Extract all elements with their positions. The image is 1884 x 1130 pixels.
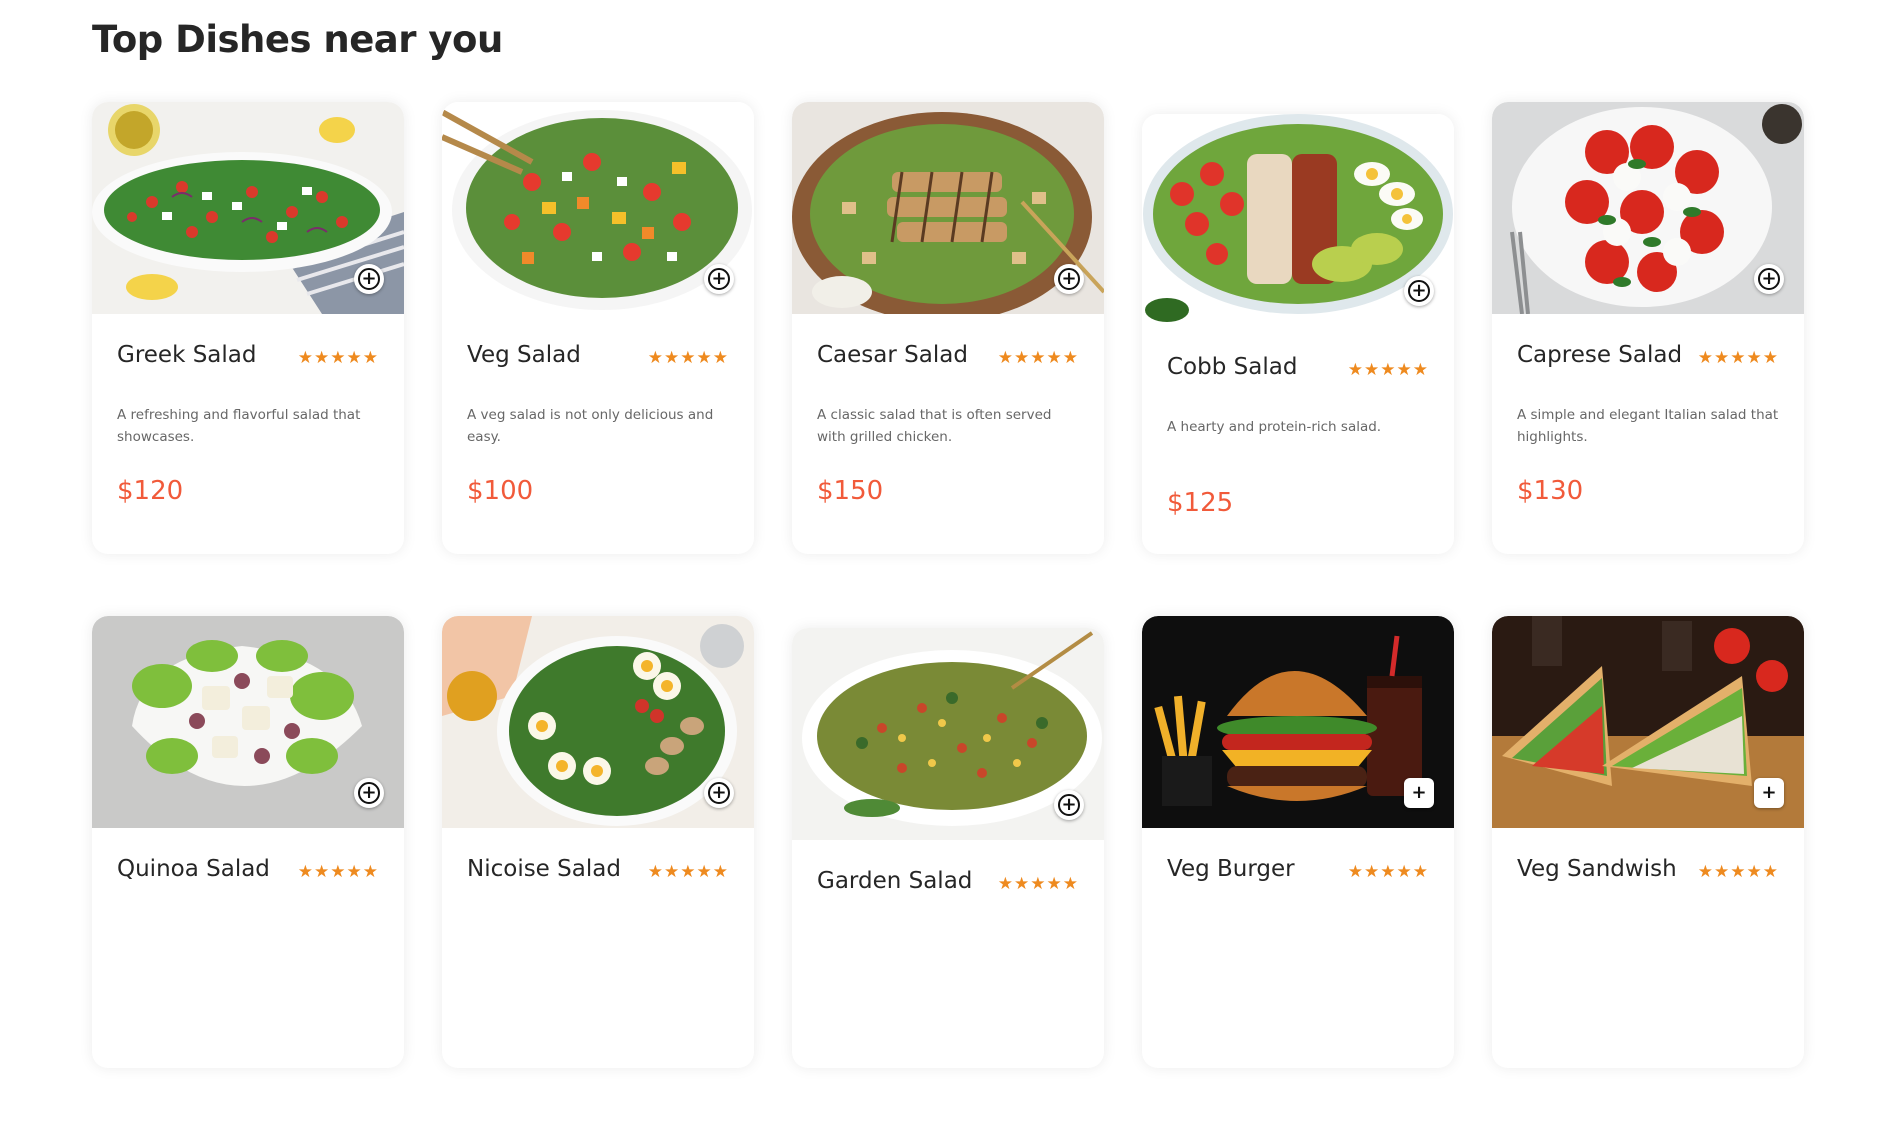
dish-name: Veg Salad [467, 342, 581, 368]
rating-stars-icon: ★★★★★ [1697, 348, 1779, 368]
dish-name: Nicoise Salad [467, 856, 621, 882]
dish-description: A classic salad that is often served wit… [817, 407, 1052, 445]
plus-circle-icon: + [358, 268, 380, 290]
rating-stars-icon: ★★★★★ [647, 862, 729, 882]
add-to-cart-button[interactable]: + [1404, 778, 1434, 808]
plus-circle-icon: + [1408, 280, 1430, 302]
dish-card-veg-sandwish[interactable]: + Veg Sandwish ★★★★★ [1492, 616, 1804, 1068]
rating-stars-icon: ★★★★★ [997, 348, 1079, 368]
plus-circle-icon: + [708, 268, 730, 290]
rating-stars-icon: ★★★★★ [1347, 862, 1429, 882]
dish-price: $125 [1167, 488, 1234, 518]
rating-stars-icon: ★★★★★ [1347, 360, 1429, 380]
add-to-cart-button[interactable]: + [354, 264, 384, 294]
dish-image: + [442, 102, 754, 314]
rating-stars-icon: ★★★★★ [997, 874, 1079, 894]
dish-image: + [92, 616, 404, 828]
dish-card-garden-salad[interactable]: + Garden Salad ★★★★★ [792, 628, 1104, 1068]
plus-circle-icon: + [1058, 794, 1080, 816]
dish-image: + [1492, 616, 1804, 828]
dish-price: $120 [117, 476, 184, 506]
dish-row: + Quinoa Salad ★★★★★ + Nicoise Salad ★★★… [92, 616, 1808, 1068]
dish-description: A veg salad is not only delicious and ea… [467, 407, 714, 445]
dish-image: + [1142, 114, 1454, 326]
dish-grid: + Greek Salad ★★★★★ A refreshing and fla… [92, 102, 1808, 1130]
add-to-cart-button[interactable]: + [1054, 264, 1084, 294]
rating-stars-icon: ★★★★★ [647, 348, 729, 368]
dish-name: Veg Sandwish [1517, 856, 1677, 882]
dish-price: $130 [1517, 476, 1584, 506]
plus-circle-icon: + [1758, 268, 1780, 290]
add-to-cart-button[interactable]: + [1404, 276, 1434, 306]
rating-stars-icon: ★★★★★ [297, 862, 379, 882]
dish-name: Veg Burger [1167, 856, 1295, 882]
dish-name: Greek Salad [117, 342, 257, 368]
dish-name: Quinoa Salad [117, 856, 270, 882]
dish-description: A refreshing and flavorful salad that sh… [117, 407, 361, 445]
add-to-cart-button[interactable]: + [1054, 790, 1084, 820]
rating-stars-icon: ★★★★★ [297, 348, 379, 368]
dish-name: Caesar Salad [817, 342, 968, 368]
dish-card-greek-salad[interactable]: + Greek Salad ★★★★★ A refreshing and fla… [92, 102, 404, 554]
plus-circle-icon: + [358, 782, 380, 804]
dish-name: Garden Salad [817, 868, 973, 894]
dish-image: + [1142, 616, 1454, 828]
add-to-cart-button[interactable]: + [1754, 264, 1784, 294]
dish-description: A simple and elegant Italian salad that … [1517, 407, 1779, 445]
dish-price: $150 [817, 476, 884, 506]
add-to-cart-button[interactable]: + [1754, 778, 1784, 808]
dish-row: + Greek Salad ★★★★★ A refreshing and fla… [92, 102, 1808, 554]
add-to-cart-button[interactable]: + [704, 778, 734, 808]
dish-name: Cobb Salad [1167, 354, 1298, 380]
plus-circle-icon: + [1411, 782, 1427, 803]
page-title: Top Dishes near you [92, 18, 503, 61]
plus-circle-icon: + [1058, 268, 1080, 290]
dish-card-veg-salad[interactable]: + Veg Salad ★★★★★ A veg salad is not onl… [442, 102, 754, 554]
dish-card-caesar-salad[interactable]: + Caesar Salad ★★★★★ A classic salad tha… [792, 102, 1104, 554]
add-to-cart-button[interactable]: + [354, 778, 384, 808]
dish-image: + [442, 616, 754, 828]
dish-card-nicoise-salad[interactable]: + Nicoise Salad ★★★★★ [442, 616, 754, 1068]
dish-name: Caprese Salad [1517, 342, 1683, 368]
plus-circle-icon: + [708, 782, 730, 804]
dish-image: + [92, 102, 404, 314]
rating-stars-icon: ★★★★★ [1697, 862, 1779, 882]
add-to-cart-button[interactable]: + [704, 264, 734, 294]
dish-image: + [1492, 102, 1804, 314]
dish-card-cobb-salad[interactable]: + Cobb Salad ★★★★★ A hearty and protein-… [1142, 114, 1454, 554]
dish-card-quinoa-salad[interactable]: + Quinoa Salad ★★★★★ [92, 616, 404, 1068]
dish-description: A hearty and protein-rich salad. [1167, 419, 1382, 435]
dish-card-caprese-salad[interactable]: + Caprese Salad ★★★★★ A simple and elega… [1492, 102, 1804, 554]
plus-circle-icon: + [1761, 782, 1777, 803]
dish-price: $100 [467, 476, 534, 506]
dish-card-veg-burger[interactable]: + Veg Burger ★★★★★ [1142, 616, 1454, 1068]
dish-image: + [792, 628, 1104, 840]
dish-image: + [792, 102, 1104, 314]
